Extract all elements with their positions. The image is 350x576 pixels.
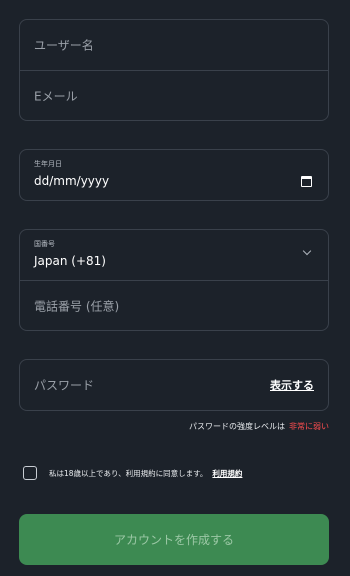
birthdate-label: 生年月日 xyxy=(34,160,62,168)
phone-fields-group: 国番号 Japan (+81) 電話番号 (任意) xyxy=(19,229,329,331)
password-strength-level: 非常に弱い xyxy=(289,422,329,431)
phone-number-field[interactable]: 電話番号 (任意) xyxy=(20,280,328,330)
email-placeholder: Eメール xyxy=(34,89,78,103)
country-code-value: Japan (+81) xyxy=(34,254,106,268)
chevron-down-icon[interactable] xyxy=(302,246,312,256)
create-account-button[interactable]: アカウントを作成する xyxy=(19,514,329,565)
birthdate-field[interactable]: 生年月日 dd/mm/yyyy xyxy=(19,149,329,201)
calendar-icon[interactable] xyxy=(301,176,312,187)
password-strength: パスワードの強度レベルは 非常に弱い xyxy=(189,421,329,432)
country-code-select[interactable]: 国番号 Japan (+81) xyxy=(20,230,328,280)
country-code-label: 国番号 xyxy=(34,240,55,248)
birthdate-value: dd/mm/yyyy xyxy=(34,174,110,188)
email-field[interactable]: Eメール xyxy=(20,70,328,120)
terms-text: 私は18歳以上であり、利用規約に同意します。 xyxy=(49,468,208,478)
show-password-link[interactable]: 表示する xyxy=(270,377,314,393)
username-field[interactable]: ユーザー名 xyxy=(20,20,328,70)
signup-form: ユーザー名 Eメール 生年月日 dd/mm/yyyy 国番号 Japan (+8… xyxy=(0,0,350,576)
phone-number-placeholder: 電話番号 (任意) xyxy=(34,299,120,313)
username-placeholder: ユーザー名 xyxy=(34,38,94,53)
account-fields-group: ユーザー名 Eメール xyxy=(19,19,329,121)
terms-link[interactable]: 利用規約 xyxy=(212,468,242,479)
password-placeholder: パスワード xyxy=(34,378,95,393)
password-field[interactable]: パスワード 表示する xyxy=(19,359,329,411)
terms-checkbox[interactable] xyxy=(23,466,37,480)
password-strength-text: パスワードの強度レベルは xyxy=(189,422,285,431)
terms-row: 私は18歳以上であり、利用規約に同意します。 利用規約 xyxy=(23,466,242,480)
